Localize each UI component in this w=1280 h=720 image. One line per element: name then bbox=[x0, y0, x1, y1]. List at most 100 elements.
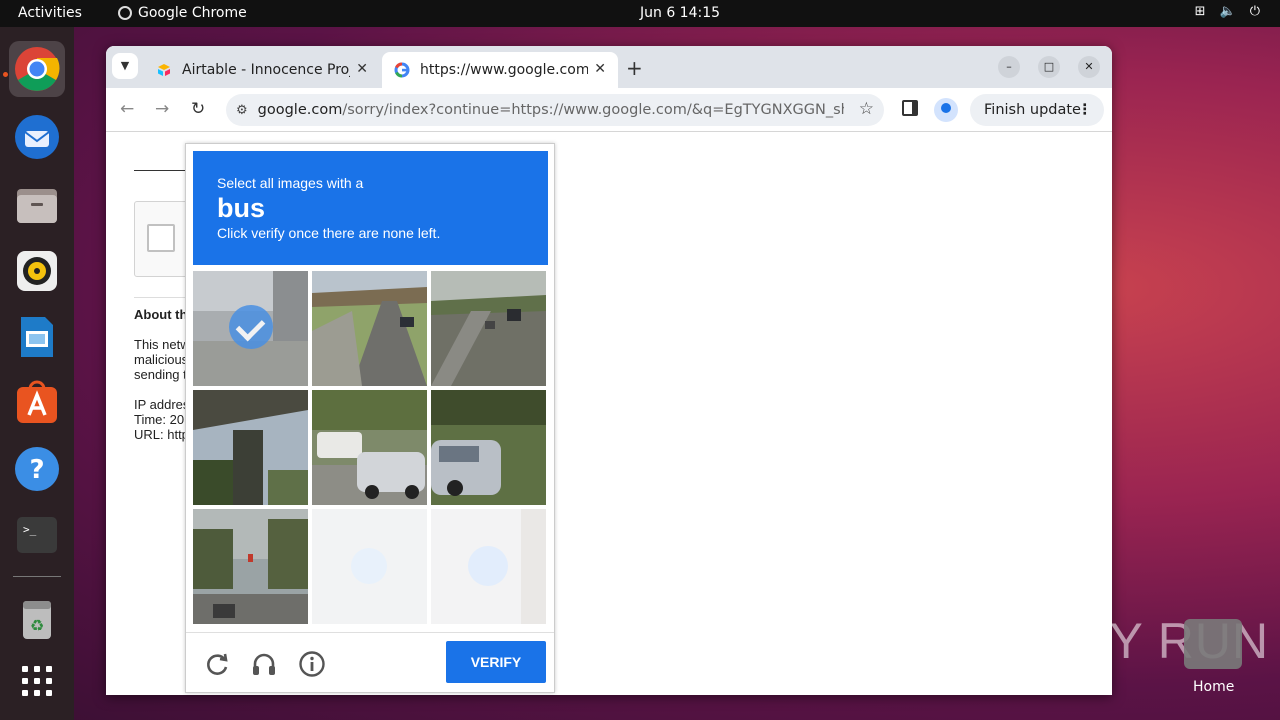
libreoffice-impress-icon bbox=[21, 317, 53, 357]
trash-icon: ♻ bbox=[23, 601, 51, 639]
tab-google[interactable]: https://www.google.com ✕ bbox=[382, 52, 618, 88]
challenge-header: Select all images with a bus Click verif… bbox=[193, 151, 548, 265]
dock-thunderbird[interactable] bbox=[9, 109, 65, 165]
dock-trash[interactable]: ♻ bbox=[9, 591, 65, 647]
image-tile[interactable] bbox=[193, 509, 308, 624]
image-tile[interactable] bbox=[193, 390, 308, 505]
side-panel-icon[interactable] bbox=[902, 100, 918, 116]
svg-text:?: ? bbox=[29, 455, 44, 485]
close-window-button[interactable]: ✕ bbox=[1078, 56, 1100, 78]
app-center-icon bbox=[17, 380, 57, 423]
power-icon: ⏻ bbox=[1249, 4, 1260, 19]
dock-files[interactable] bbox=[9, 177, 65, 233]
back-arrow-icon[interactable]: ← bbox=[120, 99, 134, 119]
new-tab-button[interactable]: + bbox=[626, 56, 643, 80]
recaptcha-challenge: Select all images with a bus Click verif… bbox=[185, 143, 555, 693]
image-tile[interactable] bbox=[431, 271, 546, 386]
running-indicator bbox=[3, 72, 8, 77]
google-favicon-icon bbox=[394, 62, 410, 78]
image-tile[interactable] bbox=[312, 390, 427, 505]
finish-update-button[interactable]: Finish update ⋮ bbox=[970, 94, 1104, 126]
challenge-instruction: Select all images with a bbox=[217, 175, 364, 191]
thunderbird-icon bbox=[15, 115, 59, 159]
image-tile[interactable] bbox=[193, 271, 308, 386]
tab-search-button[interactable]: ▼ bbox=[112, 53, 138, 79]
files-icon bbox=[17, 189, 57, 223]
dock-rhythmbox[interactable] bbox=[9, 243, 65, 299]
chrome-icon bbox=[15, 47, 60, 91]
minimize-button[interactable]: – bbox=[998, 56, 1020, 78]
tab-close-icon[interactable]: ✕ bbox=[356, 61, 368, 77]
maximize-button[interactable]: □ bbox=[1038, 56, 1060, 78]
browser-toolbar: ← → ↻ ⚙ google.com/sorry/index?continue=… bbox=[106, 88, 1112, 132]
recaptcha-checkbox[interactable] bbox=[147, 224, 175, 252]
address-bar[interactable]: ⚙ google.com/sorry/index?continue=https:… bbox=[226, 94, 884, 126]
system-tray[interactable]: ⊞ 🔈 ⏻ bbox=[1195, 4, 1260, 19]
tile-image bbox=[312, 390, 427, 505]
info-icon[interactable] bbox=[298, 650, 326, 678]
url-host: google.com bbox=[257, 102, 343, 118]
selected-check-icon bbox=[229, 305, 273, 349]
image-tile-loading[interactable] bbox=[431, 509, 546, 624]
tile-image bbox=[431, 509, 546, 624]
dock-help[interactable]: ? bbox=[9, 441, 65, 497]
dock-app-center[interactable] bbox=[9, 375, 65, 431]
ip-address-line: IP addres bbox=[134, 397, 190, 412]
audio-challenge-icon[interactable] bbox=[250, 650, 278, 678]
terminal-icon: >_ bbox=[17, 517, 57, 553]
rhythmbox-icon bbox=[17, 251, 57, 291]
challenge-target: bus bbox=[217, 193, 266, 223]
tile-image bbox=[312, 271, 427, 386]
app-menu-label: Google Chrome bbox=[138, 5, 247, 21]
tab-title: Airtable - Innocence Proj bbox=[182, 62, 350, 78]
clock[interactable]: Jun 6 14:15 bbox=[640, 5, 720, 21]
image-tile[interactable] bbox=[431, 390, 546, 505]
kebab-menu-icon[interactable]: ⋮ bbox=[1078, 94, 1093, 126]
airtable-favicon-icon bbox=[158, 64, 170, 76]
footer-divider bbox=[186, 632, 554, 633]
about-heading: About th bbox=[134, 307, 188, 322]
dock-show-apps[interactable] bbox=[9, 653, 65, 709]
dock-separator bbox=[13, 576, 61, 577]
tile-image bbox=[193, 509, 308, 624]
site-info-icon[interactable]: ⚙ bbox=[236, 103, 248, 118]
profile-avatar-icon[interactable] bbox=[934, 98, 958, 122]
activities-button[interactable]: Activities bbox=[18, 5, 82, 21]
body-line: This netw bbox=[134, 337, 190, 352]
tile-image bbox=[431, 271, 546, 386]
url-line: URL: http bbox=[134, 427, 189, 442]
home-folder-label[interactable]: Home bbox=[1193, 679, 1234, 695]
dock-terminal[interactable]: >_ bbox=[9, 507, 65, 563]
bookmark-star-icon[interactable]: ☆ bbox=[859, 99, 874, 119]
image-tile-loading[interactable] bbox=[312, 509, 427, 624]
finish-update-label: Finish update bbox=[984, 102, 1081, 118]
top-bar: Activities Google Chrome Jun 6 14:15 ⊞ 🔈… bbox=[0, 0, 1280, 27]
tab-airtable[interactable]: Airtable - Innocence Proj ✕ bbox=[144, 52, 380, 88]
image-grid bbox=[193, 271, 548, 626]
show-apps-icon bbox=[22, 666, 52, 696]
home-folder-icon[interactable] bbox=[1184, 619, 1242, 669]
app-menu[interactable]: Google Chrome bbox=[118, 5, 247, 21]
forward-arrow-icon[interactable]: → bbox=[155, 99, 169, 119]
dock-chrome[interactable] bbox=[9, 41, 65, 97]
url-text[interactable]: google.com/sorry/index?continue=https://… bbox=[258, 102, 844, 118]
image-tile[interactable] bbox=[312, 271, 427, 386]
svg-text:>_: >_ bbox=[23, 523, 37, 536]
time-line: Time: 20 bbox=[134, 412, 185, 427]
body-line: malicious bbox=[134, 352, 189, 367]
tile-image bbox=[193, 390, 308, 505]
verify-button[interactable]: VERIFY bbox=[446, 641, 546, 683]
help-icon: ? bbox=[15, 447, 59, 491]
tab-strip: ▼ Airtable - Innocence Proj ✕ https://ww… bbox=[106, 46, 1112, 88]
tab-close-icon[interactable]: ✕ bbox=[594, 61, 606, 77]
dock: ? >_ ♻ bbox=[0, 27, 74, 720]
chrome-small-icon bbox=[118, 6, 132, 20]
network-icon: ⊞ bbox=[1194, 4, 1206, 19]
reload-challenge-icon[interactable] bbox=[203, 650, 231, 678]
svg-text:♻: ♻ bbox=[30, 616, 44, 635]
reload-icon[interactable]: ↻ bbox=[191, 99, 205, 119]
challenge-hint: Click verify once there are none left. bbox=[217, 225, 441, 241]
volume-icon: 🔈 bbox=[1219, 4, 1236, 19]
url-path: /sorry/index?continue=https://www.google… bbox=[342, 102, 843, 118]
dock-impress[interactable] bbox=[9, 309, 65, 365]
